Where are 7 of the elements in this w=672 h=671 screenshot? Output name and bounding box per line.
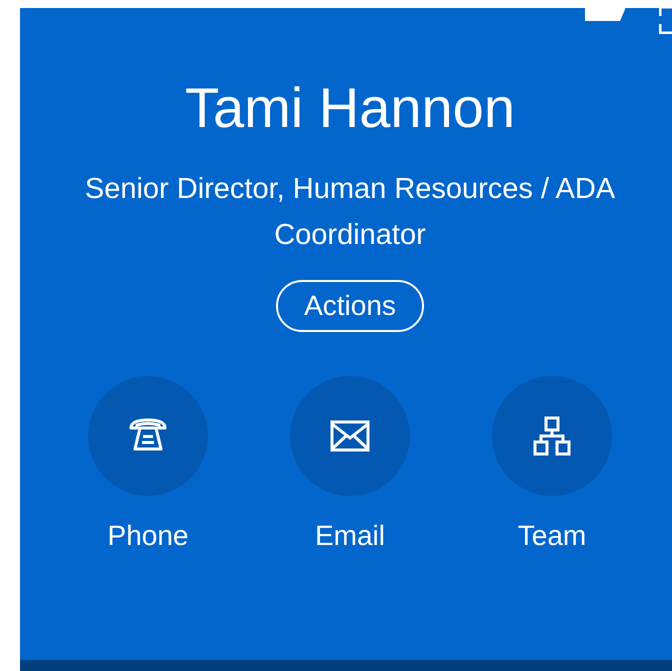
action-label: Team <box>518 519 586 553</box>
actions-button[interactable]: Actions <box>276 280 424 332</box>
job-title: Senior Director, Human Resources / ADA Coordinator <box>84 172 616 253</box>
org-chart-icon <box>532 416 572 456</box>
person-name: Tami Hannon <box>185 75 515 141</box>
action-label: Phone <box>108 519 188 553</box>
action-label: Email <box>314 519 385 553</box>
